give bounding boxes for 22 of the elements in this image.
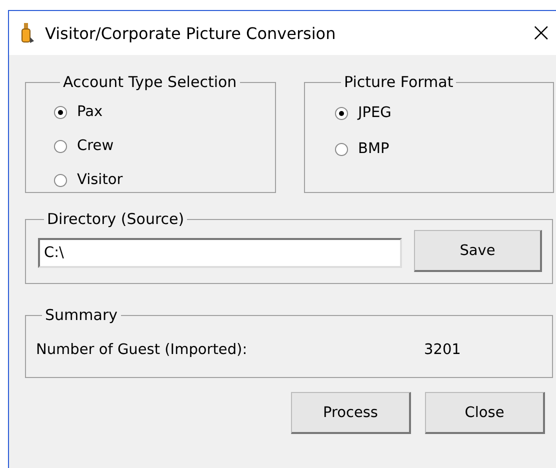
radio-option[interactable]: Crew	[54, 129, 275, 163]
group-title: Account Type Selection	[62, 73, 238, 91]
save-button[interactable]: Save	[414, 230, 542, 272]
directory-field[interactable]: C:\	[38, 238, 402, 268]
radio-option[interactable]: JPEG	[335, 95, 553, 131]
dialog-button[interactable]: Close	[425, 392, 545, 434]
option-label: Pax	[77, 104, 103, 120]
radio-option[interactable]: Pax	[54, 95, 275, 129]
group-title: Summary	[44, 306, 118, 324]
radio-option[interactable]: Visitor	[54, 163, 275, 197]
guest-count-value: 3201	[424, 342, 461, 358]
radio-option[interactable]: BMP	[335, 131, 553, 167]
option-label: JPEG	[358, 105, 392, 121]
dialog-button[interactable]: Process	[291, 392, 411, 434]
option-label: BMP	[358, 141, 390, 157]
window-title: Visitor/Corporate Picture Conversion	[45, 24, 336, 42]
option-label: Visitor	[77, 172, 123, 188]
guest-count-label: Number of Guest (Imported):	[36, 342, 248, 358]
option-label: Crew	[77, 138, 114, 154]
group-title: Directory (Source)	[46, 210, 186, 228]
close-button[interactable]: ×	[530, 18, 552, 48]
group-title: Picture Format	[343, 73, 454, 91]
